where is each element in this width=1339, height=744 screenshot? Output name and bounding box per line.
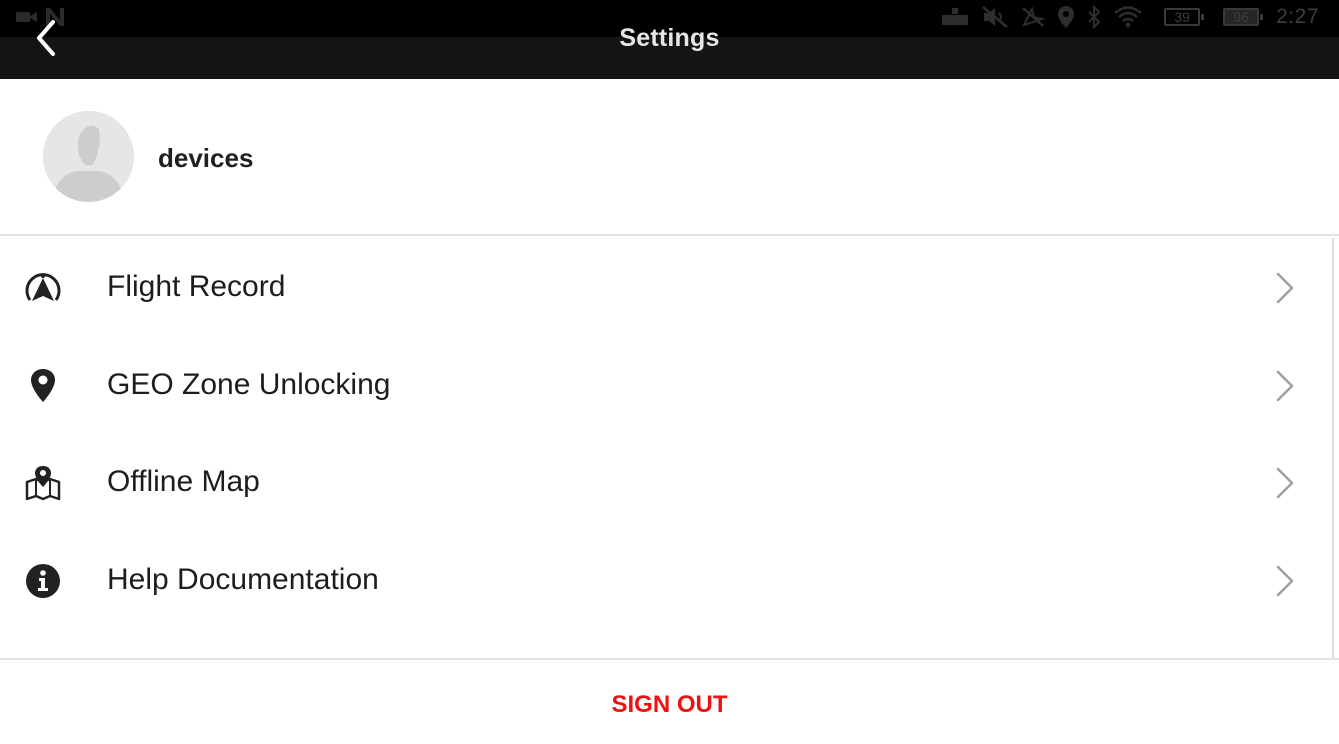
top-bar: 39 96 2:27 Settings bbox=[0, 0, 1339, 79]
page-title: Settings bbox=[619, 24, 720, 52]
menu-item-help-documentation[interactable]: Help Documentation bbox=[0, 531, 1339, 629]
flight-record-icon bbox=[24, 270, 62, 306]
offline-map-icon bbox=[24, 465, 62, 501]
avatar[interactable] bbox=[43, 111, 134, 202]
chevron-right-icon bbox=[1276, 370, 1294, 401]
chevron-right-icon bbox=[1276, 272, 1294, 304]
menu-item-label: GEO Zone Unlocking bbox=[107, 367, 391, 401]
person-placeholder-icon bbox=[43, 111, 134, 202]
profile-section[interactable]: devices bbox=[0, 79, 1339, 236]
scrollbar[interactable] bbox=[1332, 238, 1334, 658]
chevron-right-icon bbox=[1276, 565, 1294, 596]
footer: SIGN OUT bbox=[0, 658, 1339, 744]
menu-item-label: Offline Map bbox=[107, 465, 260, 498]
settings-screen: 39 96 2:27 Settings devices Flight Recor… bbox=[0, 0, 1339, 744]
menu-item-label: Flight Record bbox=[107, 270, 286, 303]
location-pin-icon bbox=[24, 368, 62, 404]
chevron-right-icon bbox=[1276, 467, 1294, 499]
info-icon bbox=[24, 563, 62, 599]
profile-name: devices bbox=[158, 143, 254, 173]
menu-item-label: Help Documentation bbox=[107, 562, 379, 596]
menu-item-flight-record[interactable]: Flight Record bbox=[0, 238, 1339, 336]
remote-battery-value: 39 bbox=[1174, 9, 1190, 25]
menu-item-offline-map[interactable]: Offline Map bbox=[0, 433, 1339, 531]
device-battery-value: 96 bbox=[1233, 9, 1249, 25]
sign-out-button[interactable]: SIGN OUT bbox=[0, 691, 1339, 719]
settings-menu: Flight Record GEO Zone Unlocking Offline… bbox=[0, 238, 1339, 628]
menu-item-geo-zone-unlocking[interactable]: GEO Zone Unlocking bbox=[0, 336, 1339, 434]
